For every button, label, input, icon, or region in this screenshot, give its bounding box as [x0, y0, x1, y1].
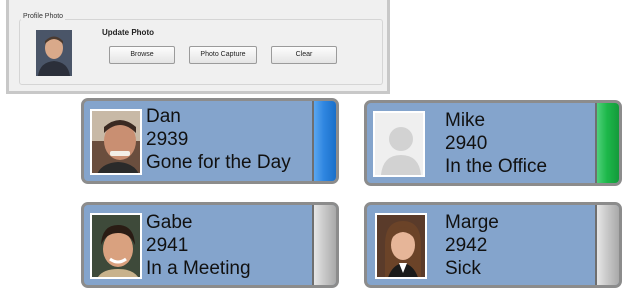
status-indicator [312, 101, 336, 181]
card-extension: 2939 [146, 129, 189, 150]
card-status: In a Meeting [146, 258, 251, 279]
person-placeholder-icon [375, 113, 423, 175]
avatar [375, 213, 427, 279]
browse-button[interactable]: Browse [109, 46, 175, 64]
status-card-gabe[interactable]: Gabe 2941 In a Meeting [81, 202, 339, 288]
status-card-marge[interactable]: Marge 2942 Sick [364, 202, 622, 288]
avatar [90, 213, 142, 279]
card-name: Dan [146, 106, 181, 127]
profile-photo-panel: Profile Photo Update Photo Browse Photo … [6, 0, 390, 94]
card-extension: 2942 [445, 235, 488, 256]
card-status: In the Office [445, 156, 548, 177]
card-extension: 2941 [146, 235, 189, 256]
portrait-boy-icon [92, 215, 140, 277]
status-card-mike[interactable]: Mike 2940 In the Office [364, 100, 622, 186]
status-indicator [312, 205, 336, 285]
card-status: Gone for the Day [146, 152, 291, 173]
card-name: Gabe [146, 212, 193, 233]
profile-photo-legend: Profile Photo [21, 13, 66, 20]
portrait-girl-icon [377, 215, 425, 277]
update-photo-title: Update Photo [102, 28, 154, 37]
photo-capture-button[interactable]: Photo Capture [189, 46, 257, 64]
card-name: Marge [445, 212, 499, 233]
avatar [373, 111, 425, 177]
profile-photo-thumbnail [36, 30, 72, 76]
card-extension: 2940 [445, 133, 488, 154]
portrait-man-icon [92, 111, 140, 173]
status-card-dan[interactable]: Dan 2939 Gone for the Day [81, 98, 339, 184]
status-indicator [595, 205, 619, 285]
clear-button[interactable]: Clear [271, 46, 337, 64]
avatar [90, 109, 142, 175]
status-indicator [595, 103, 619, 183]
card-name: Mike [445, 110, 486, 131]
card-status: Sick [445, 258, 481, 279]
